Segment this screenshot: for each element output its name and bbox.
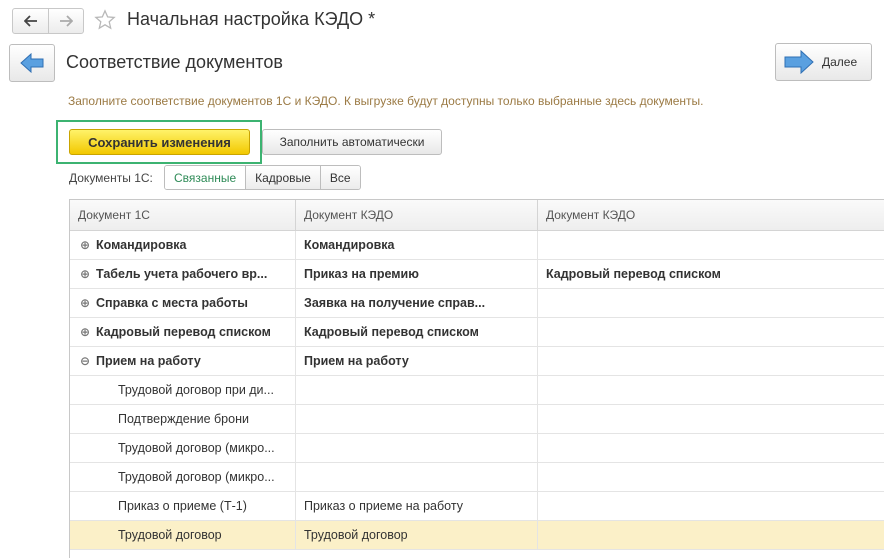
cell-1c: Прием на работу bbox=[96, 354, 201, 368]
cell-kedo-2 bbox=[538, 521, 884, 549]
back-button[interactable] bbox=[13, 9, 48, 33]
cell-1c: Табель учета рабочего вр... bbox=[96, 267, 268, 281]
expand-icon[interactable]: ⊕ bbox=[80, 267, 96, 281]
arrow-left-icon bbox=[20, 53, 44, 73]
next-button[interactable]: Далее bbox=[775, 43, 872, 81]
collapse-icon[interactable]: ⊖ bbox=[80, 354, 96, 368]
star-icon bbox=[94, 9, 116, 30]
cell-kedo: Заявка на получение справ... bbox=[296, 289, 538, 317]
cell-kedo-2 bbox=[538, 463, 884, 491]
forward-button[interactable] bbox=[48, 9, 83, 33]
cell-kedo bbox=[296, 376, 538, 404]
cell-kedo: Приказ о приеме на работу bbox=[296, 492, 538, 520]
table-row[interactable]: Трудовой договор (микро... bbox=[70, 463, 884, 492]
cell-kedo-2 bbox=[538, 492, 884, 520]
cell-kedo: Трудовой договор bbox=[296, 521, 538, 549]
column-header-kedo-2[interactable]: Документ КЭДО bbox=[538, 200, 884, 230]
documents-table: Документ 1С Документ КЭДО Документ КЭДО … bbox=[69, 199, 884, 558]
cell-kedo: Командировка bbox=[296, 231, 538, 259]
arrow-right-icon bbox=[784, 50, 814, 74]
filter-linked[interactable]: Связанные bbox=[165, 166, 246, 189]
cell-kedo bbox=[296, 434, 538, 462]
window-title: Начальная настройка КЭДО * bbox=[127, 9, 376, 29]
table-header: Документ 1С Документ КЭДО Документ КЭДО bbox=[70, 200, 884, 231]
cell-kedo-2 bbox=[538, 347, 884, 375]
column-header-kedo[interactable]: Документ КЭДО bbox=[296, 200, 538, 230]
cell-kedo-2: Кадровый перевод списком bbox=[546, 267, 721, 281]
filter-label: Документы 1С: bbox=[69, 171, 153, 185]
expand-icon[interactable]: ⊕ bbox=[80, 325, 96, 339]
cell-1c: Кадровый перевод списком bbox=[96, 325, 271, 339]
table-row[interactable]: Трудовой договор при ди... bbox=[70, 376, 884, 405]
table-row[interactable]: ⊕ Кадровый перевод списком Кадровый перев… bbox=[70, 318, 884, 347]
cell-1c: Справка с места работы bbox=[96, 296, 248, 310]
cell-kedo-2 bbox=[538, 434, 884, 462]
cell-kedo-2 bbox=[538, 405, 884, 433]
arrow-left-icon bbox=[23, 15, 37, 27]
document-filter: Связанные Кадровые Все bbox=[164, 165, 361, 190]
form-title: Соответствие документов bbox=[66, 52, 283, 72]
column-header-1c[interactable]: Документ 1С bbox=[70, 200, 296, 230]
autofill-button[interactable]: Заполнить автоматически bbox=[262, 129, 442, 155]
cell-kedo: Приказ на премию bbox=[296, 260, 538, 288]
expand-icon[interactable]: ⊕ bbox=[80, 238, 96, 252]
cell-1c: Трудовой договор (микро... bbox=[70, 463, 296, 491]
table-row[interactable]: ⊖ Прием на работу Прием на работу bbox=[70, 347, 884, 376]
cell-1c: Подтверждение брони bbox=[70, 405, 296, 433]
table-row[interactable]: ⊕ Справка с места работы Заявка на получе… bbox=[70, 289, 884, 318]
cell-kedo-2 bbox=[538, 231, 884, 259]
table-row[interactable]: Приказ о приеме (Т-1) Приказ о приеме на… bbox=[70, 492, 884, 521]
cell-kedo bbox=[296, 405, 538, 433]
history-nav bbox=[12, 8, 84, 34]
save-changes-button[interactable]: Сохранить изменения bbox=[69, 129, 250, 155]
cell-1c: Трудовой договор bbox=[70, 521, 296, 549]
cell-1c: Командировка bbox=[96, 238, 187, 252]
form-back-button[interactable] bbox=[9, 44, 55, 82]
cell-1c: Приказ о приеме (Т-1) bbox=[70, 492, 296, 520]
filter-all[interactable]: Все bbox=[319, 166, 360, 189]
cell-kedo bbox=[296, 463, 538, 491]
filter-hr[interactable]: Кадровые bbox=[245, 166, 320, 189]
expand-icon[interactable]: ⊕ bbox=[80, 296, 96, 310]
table-row-selected[interactable]: Трудовой договор Трудовой договор bbox=[70, 521, 884, 550]
arrow-right-icon bbox=[60, 15, 73, 27]
cell-kedo-2 bbox=[538, 376, 884, 404]
table-row[interactable]: Трудовой договор (микро... bbox=[70, 434, 884, 463]
table-row[interactable]: Подтверждение брони bbox=[70, 405, 884, 434]
cell-kedo-2 bbox=[538, 318, 884, 346]
table-row[interactable]: ⊕ Табель учета рабочего вр... Приказ на п… bbox=[70, 260, 884, 289]
cell-kedo-2 bbox=[538, 289, 884, 317]
hint-text: Заполните соответствие документов 1С и К… bbox=[68, 94, 704, 108]
cell-1c: Трудовой договор при ди... bbox=[70, 376, 296, 404]
next-label: Далее bbox=[822, 55, 858, 69]
favorite-button[interactable] bbox=[94, 9, 116, 36]
cell-kedo: Кадровый перевод списком bbox=[296, 318, 538, 346]
cell-1c: Трудовой договор (микро... bbox=[70, 434, 296, 462]
table-row[interactable]: ⊕ Командировка Командировка bbox=[70, 231, 884, 260]
cell-kedo: Прием на работу bbox=[296, 347, 538, 375]
